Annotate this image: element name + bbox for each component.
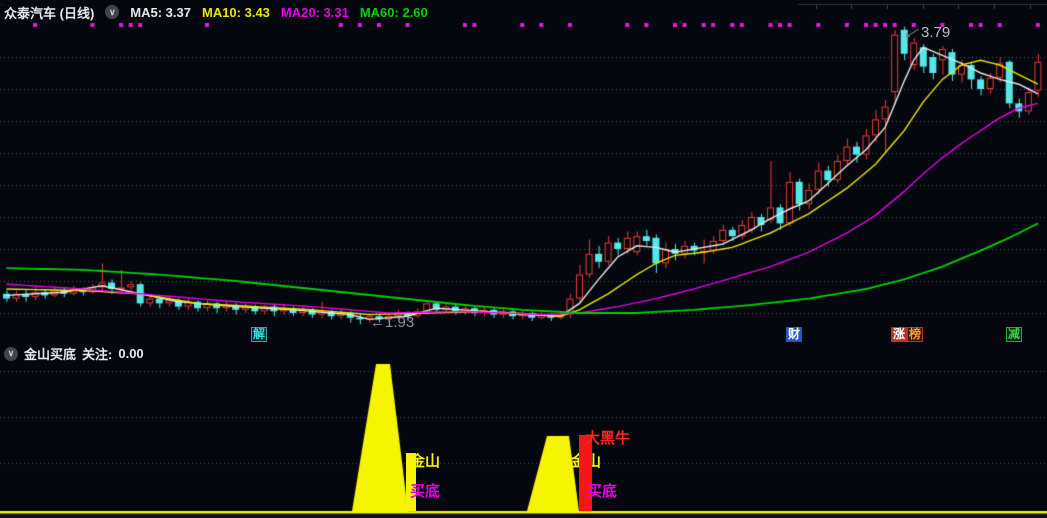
indicator-field-value: 0.00 xyxy=(118,346,144,361)
jian-badge[interactable]: 减 xyxy=(1006,327,1023,342)
badge-char: 减 xyxy=(1006,327,1023,342)
cai-badge[interactable]: 财 xyxy=(786,327,803,342)
badge-char: 榜 xyxy=(907,327,924,342)
chart-overlay: 众泰汽车 (日线) ∨ MA5: 3.37 MA10: 3.43 MA20: 3… xyxy=(0,0,1047,518)
badge-char: 财 xyxy=(786,327,803,342)
jinshan-label-1: 金山 xyxy=(410,453,441,470)
low-price-annotation: ←1.93 xyxy=(370,314,415,331)
indicator-title: 金山买底 xyxy=(24,347,77,362)
main-chart-header: 众泰汽车 (日线) ∨ MA5: 3.37 MA10: 3.43 MA20: 3… xyxy=(4,3,798,21)
stock-chart-window: 众泰汽车 (日线) ∨ MA5: 3.37 MA10: 3.43 MA20: 3… xyxy=(0,0,1047,518)
zhangbang-badge[interactable]: 涨榜 xyxy=(891,327,924,342)
ma10-label: MA10: 3.43 xyxy=(201,4,270,20)
page-title: 众泰汽车 (日线) xyxy=(4,5,95,21)
daheiniu-label: 大黑牛 xyxy=(585,430,631,447)
badge-char: 涨 xyxy=(891,327,908,342)
chevron-down-icon[interactable]: ∨ xyxy=(4,346,18,361)
indicator-panel-header: ∨ 金山买底 关注: 0.00 xyxy=(4,345,144,362)
maidi-label-1: 买底 xyxy=(410,483,441,500)
ma5-label: MA5: 3.37 xyxy=(130,4,191,20)
ma60-label: MA60: 2.60 xyxy=(359,4,428,20)
chevron-down-icon[interactable]: ∨ xyxy=(105,5,120,19)
badge-char: 解 xyxy=(251,327,268,342)
indicator-field-label: 关注: xyxy=(82,347,113,362)
high-price-annotation: 3.79 xyxy=(921,24,951,41)
ma20-label: MA20: 3.31 xyxy=(280,4,349,20)
maidi-label-2: 买底 xyxy=(587,483,618,500)
jie-badge[interactable]: 解 xyxy=(251,327,268,342)
